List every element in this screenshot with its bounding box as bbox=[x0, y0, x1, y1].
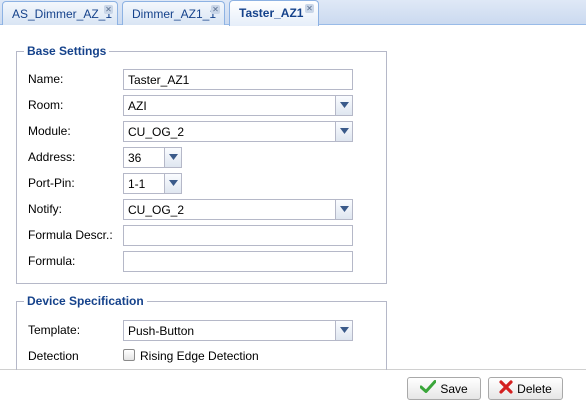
formula-label: Formula: bbox=[28, 254, 76, 268]
name-value: Taster_AZ1 bbox=[128, 73, 190, 87]
room-row: Room: AZI bbox=[28, 95, 358, 116]
close-icon[interactable]: ✕ bbox=[305, 4, 314, 13]
chevron-down-icon[interactable] bbox=[335, 122, 352, 141]
name-field[interactable]: Taster_AZ1 bbox=[123, 69, 353, 90]
delete-x-icon bbox=[499, 380, 513, 397]
module-value: CU_OG_2 bbox=[128, 125, 185, 139]
port-pin-value: 1-1 bbox=[128, 177, 146, 191]
notify-row: Notify: CU_OG_2 bbox=[28, 199, 358, 220]
button-bar: Save Delete bbox=[0, 370, 586, 403]
save-button[interactable]: Save bbox=[407, 377, 481, 400]
tab-strip: AS_Dimmer_AZ_1 ✕ Dimmer_AZ1_1 ✕ Taster_A… bbox=[0, 0, 586, 26]
formula-descr-row: Formula Descr.: bbox=[28, 225, 358, 246]
module-select[interactable]: CU_OG_2 bbox=[123, 121, 353, 142]
formula-descr-field[interactable] bbox=[123, 225, 353, 246]
formula-descr-label: Formula Descr.: bbox=[28, 228, 113, 242]
rising-edge-label[interactable]: Rising Edge Detection bbox=[140, 349, 259, 363]
save-label: Save bbox=[440, 382, 468, 396]
port-pin-label: Port-Pin: bbox=[28, 176, 75, 190]
port-pin-select[interactable]: 1-1 bbox=[123, 173, 182, 194]
detection-label: Detection bbox=[28, 349, 79, 363]
address-row: Address: 36 bbox=[28, 147, 358, 168]
chevron-down-icon[interactable] bbox=[335, 200, 352, 219]
template-value: Push-Button bbox=[128, 324, 195, 338]
rising-edge-checkbox[interactable] bbox=[123, 349, 135, 361]
notify-value: CU_OG_2 bbox=[128, 203, 185, 217]
formula-row: Formula: bbox=[28, 251, 358, 272]
formula-field[interactable] bbox=[123, 251, 353, 272]
base-settings-legend: Base Settings bbox=[27, 44, 107, 58]
tab-label: AS_Dimmer_AZ_1 bbox=[12, 7, 113, 21]
name-label: Name: bbox=[28, 72, 64, 86]
tab-taster-az1[interactable]: Taster_AZ1 ✕ bbox=[229, 0, 319, 26]
notify-select[interactable]: CU_OG_2 bbox=[123, 199, 353, 220]
tab-label: Dimmer_AZ1_1 bbox=[132, 7, 217, 21]
chevron-down-icon[interactable] bbox=[335, 321, 352, 340]
notify-label: Notify: bbox=[28, 202, 63, 216]
module-label: Module: bbox=[28, 124, 71, 138]
device-panel: Base Settings Name: Taster_AZ1 Room: AZI… bbox=[0, 26, 586, 403]
room-select[interactable]: AZI bbox=[123, 95, 353, 116]
template-select[interactable]: Push-Button bbox=[123, 320, 353, 341]
port-pin-row: Port-Pin: 1-1 bbox=[28, 173, 358, 194]
device-spec-legend: Device Specification bbox=[27, 294, 144, 308]
tab-label: Taster_AZ1 bbox=[239, 6, 304, 20]
chevron-down-icon[interactable] bbox=[164, 148, 181, 167]
chevron-down-icon[interactable] bbox=[335, 96, 352, 115]
module-row: Module: CU_OG_2 bbox=[28, 121, 358, 142]
delete-label: Delete bbox=[517, 382, 552, 396]
address-select[interactable]: 36 bbox=[123, 147, 182, 168]
room-label: Room: bbox=[28, 98, 64, 112]
room-value: AZI bbox=[128, 99, 147, 113]
tab-dimmer-az1-1[interactable]: Dimmer_AZ1_1 ✕ bbox=[122, 1, 225, 25]
template-row: Template: Push-Button bbox=[28, 320, 358, 341]
close-icon[interactable]: ✕ bbox=[104, 5, 113, 14]
checkmark-icon bbox=[419, 380, 437, 396]
detection-row: Detection Rising Edge Detection bbox=[28, 346, 358, 366]
name-row: Name: Taster_AZ1 bbox=[28, 69, 358, 90]
address-label: Address: bbox=[28, 150, 76, 164]
close-icon[interactable]: ✕ bbox=[211, 5, 220, 14]
delete-button[interactable]: Delete bbox=[488, 377, 563, 400]
chevron-down-icon[interactable] bbox=[164, 174, 181, 193]
tab-as-dimmer-az-1[interactable]: AS_Dimmer_AZ_1 ✕ bbox=[2, 1, 118, 25]
address-value: 36 bbox=[128, 151, 142, 165]
template-label: Template: bbox=[28, 323, 81, 337]
panel-body: Base Settings Name: Taster_AZ1 Room: AZI… bbox=[0, 26, 586, 374]
